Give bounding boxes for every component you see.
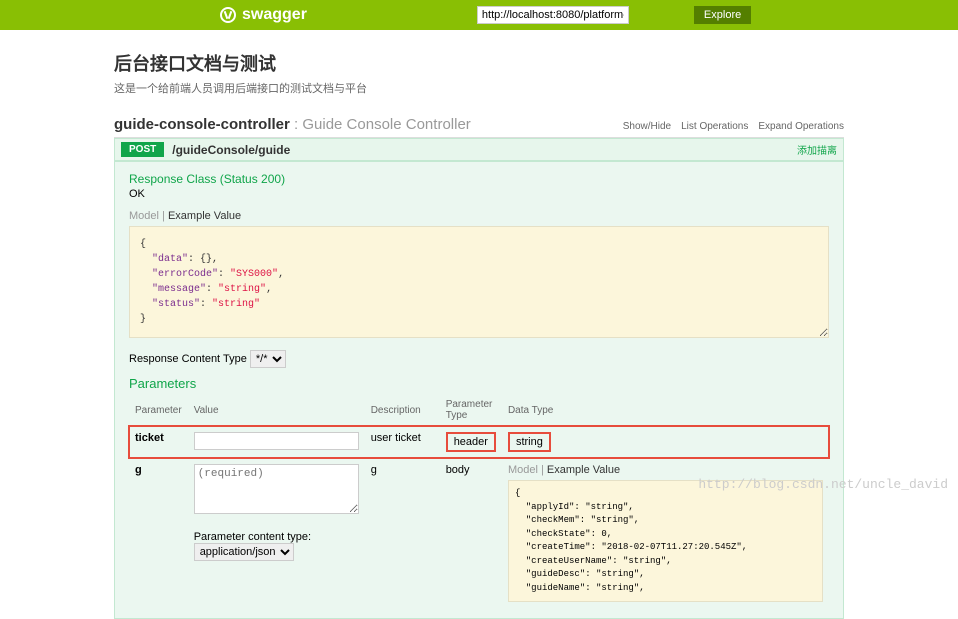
controller-name: guide-console-controller [114, 116, 290, 133]
swagger-logo-icon [220, 7, 236, 23]
page-subtitle: 这是一个给前端人员调用后端接口的测试文档与平台 [114, 80, 844, 96]
watermark: http://blog.csdn.net/uncle_david [698, 477, 948, 492]
showhide-link[interactable]: Show/Hide [623, 121, 671, 132]
list-ops-link[interactable]: List Operations [681, 121, 748, 132]
col-value: Value [188, 395, 365, 426]
response-class: Response Class (Status 200) [129, 172, 829, 186]
col-parameter: Parameter [129, 395, 188, 426]
http-method-badge: POST [121, 142, 164, 157]
ctype-label: Response Content Type [129, 353, 247, 365]
controller-header[interactable]: guide-console-controller : Guide Console… [114, 116, 844, 138]
dt-example-tab[interactable]: Example Value [547, 464, 620, 476]
response-example[interactable]: { "data": {}, "errorCode": "SYS000", "me… [129, 226, 829, 338]
params-header-row: Parameter Value Description Parameter Ty… [129, 395, 829, 426]
example-tab[interactable]: Example Value [168, 210, 241, 222]
model-toggle: Model | Example Value [129, 210, 829, 222]
dt-model-toggle: Model | Example Value [508, 464, 823, 476]
param-name: ticket [129, 426, 188, 459]
param-type-header: header [446, 432, 496, 452]
parameters-table: Parameter Value Description Parameter Ty… [129, 395, 829, 608]
dt-example-box[interactable]: { "applyId": "string", "checkMem": "stri… [508, 480, 823, 602]
response-ok: OK [129, 188, 829, 200]
top-header: swagger Explore [0, 0, 958, 30]
operation-body: Response Class (Status 200) OK Model | E… [114, 161, 844, 619]
expand-ops-link[interactable]: Expand Operations [758, 121, 844, 132]
dt-model-tab[interactable]: Model [508, 464, 538, 476]
controller-desc: : Guide Console Controller [290, 116, 471, 133]
param-content-type-select[interactable]: application/json [194, 543, 294, 561]
col-dtype: Data Type [502, 395, 829, 426]
param-type-body: body [440, 458, 502, 608]
controller-ops: Show/Hide List Operations Expand Operati… [623, 121, 844, 132]
api-url-input[interactable] [477, 6, 629, 24]
param-value-input[interactable] [194, 432, 359, 450]
col-description: Description [365, 395, 440, 426]
response-content-type-select[interactable]: */* [250, 350, 286, 368]
logo: swagger [220, 6, 307, 24]
param-row-ticket: ticket user ticket header string [129, 426, 829, 459]
param-dtype-string: string [508, 432, 551, 452]
param-desc: user ticket [365, 426, 440, 459]
col-ptype: Parameter Type [440, 395, 502, 426]
parameters-title: Parameters [129, 376, 829, 391]
param-body-textarea[interactable] [194, 464, 359, 514]
model-tab[interactable]: Model [129, 210, 159, 222]
param-ctype-label: Parameter content type: [194, 531, 311, 543]
explore-button[interactable]: Explore [694, 6, 751, 24]
main-container: 后台接口文档与测试 这是一个给前端人员调用后端接口的测试文档与平台 guide-… [114, 30, 844, 619]
operation-row[interactable]: POST /guideConsole/guide 添加描离 [114, 138, 844, 161]
param-name: g [129, 458, 188, 608]
add-desc-link[interactable]: 添加描离 [797, 142, 837, 157]
page-title: 后台接口文档与测试 [114, 50, 844, 76]
operation-path: /guideConsole/guide [172, 143, 290, 157]
response-content-type-row: Response Content Type */* [129, 350, 829, 368]
param-desc: g [365, 458, 440, 608]
logo-text: swagger [242, 6, 307, 24]
